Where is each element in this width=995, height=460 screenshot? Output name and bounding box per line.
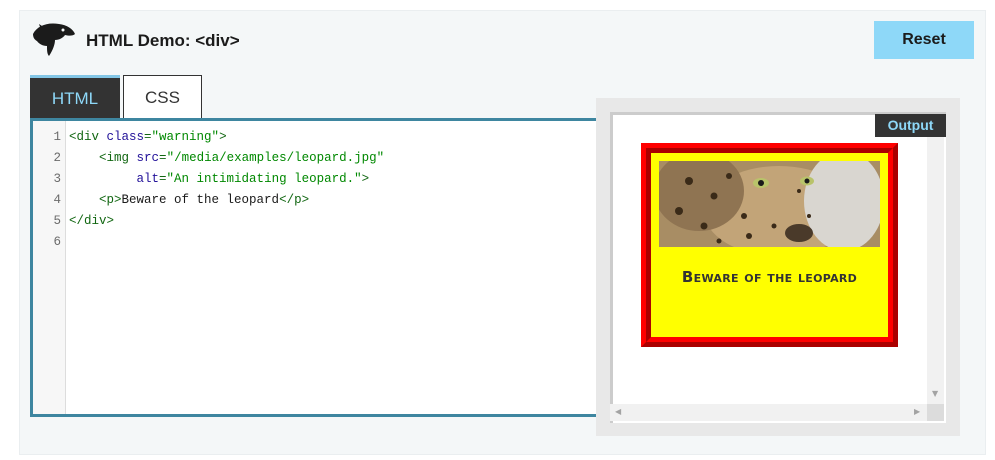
code-token: src — [136, 151, 160, 165]
tab-html[interactable]: HTML — [30, 75, 120, 119]
code-token: </p> — [279, 193, 310, 207]
code-token: </div> — [69, 214, 115, 228]
code-line[interactable]: alt="An intimidating leopard."> — [69, 169, 370, 190]
code-token: class — [106, 130, 145, 144]
code-line[interactable]: <p>Beware of the leopard</p> — [69, 190, 309, 211]
code-token: "warning" — [151, 130, 220, 144]
line-number: 6 — [53, 235, 61, 249]
horizontal-scrollbar[interactable]: ◀ ▶ — [610, 404, 927, 421]
output-label: Output — [875, 114, 946, 137]
code-token: = — [144, 130, 152, 144]
reset-button[interactable]: Reset — [874, 21, 974, 59]
code-line[interactable]: </div> — [69, 211, 114, 232]
code-line[interactable]: <div class="warning"> — [69, 127, 227, 148]
leopard-image — [659, 161, 880, 247]
scroll-right-arrow-icon[interactable]: ▶ — [914, 407, 920, 416]
leopard-photo-icon — [659, 161, 880, 247]
page-title: HTML Demo: <div> — [86, 31, 240, 50]
scroll-corner — [927, 404, 944, 421]
code-token: > — [219, 130, 227, 144]
line-number: 4 — [53, 193, 61, 207]
tab-css[interactable]: CSS — [123, 75, 202, 119]
line-number: 3 — [53, 172, 61, 186]
mdn-dinosaur-icon — [33, 23, 75, 56]
code-token: "/media/examples/leopard.jpg" — [166, 151, 385, 165]
code-token: = — [159, 151, 167, 165]
code-token: Beware of the leopard — [121, 193, 280, 207]
vertical-scrollbar[interactable]: ▼ — [927, 137, 944, 404]
line-number: 2 — [53, 151, 61, 165]
code-token: "An intimidating leopard." — [166, 172, 362, 186]
code-line[interactable]: <img src="/media/examples/leopard.jpg" — [69, 148, 384, 169]
code-token: > — [361, 172, 370, 186]
code-token: <img — [99, 151, 137, 165]
code-token: = — [159, 172, 167, 186]
code-editor[interactable]: 1 2 3 4 5 6 <div class="warning"> <img s… — [30, 118, 600, 417]
line-number: 5 — [53, 214, 61, 228]
line-number: 1 — [53, 130, 61, 144]
code-token: <p> — [99, 193, 122, 207]
warning-text: Beware of the leopard — [681, 268, 858, 286]
code-token: <div — [69, 130, 107, 144]
line-number-gutter: 1 2 3 4 5 6 — [33, 121, 66, 414]
scroll-left-arrow-icon[interactable]: ◀ — [615, 407, 621, 416]
scroll-down-arrow-icon[interactable]: ▼ — [932, 389, 938, 398]
code-token: alt — [136, 172, 160, 186]
